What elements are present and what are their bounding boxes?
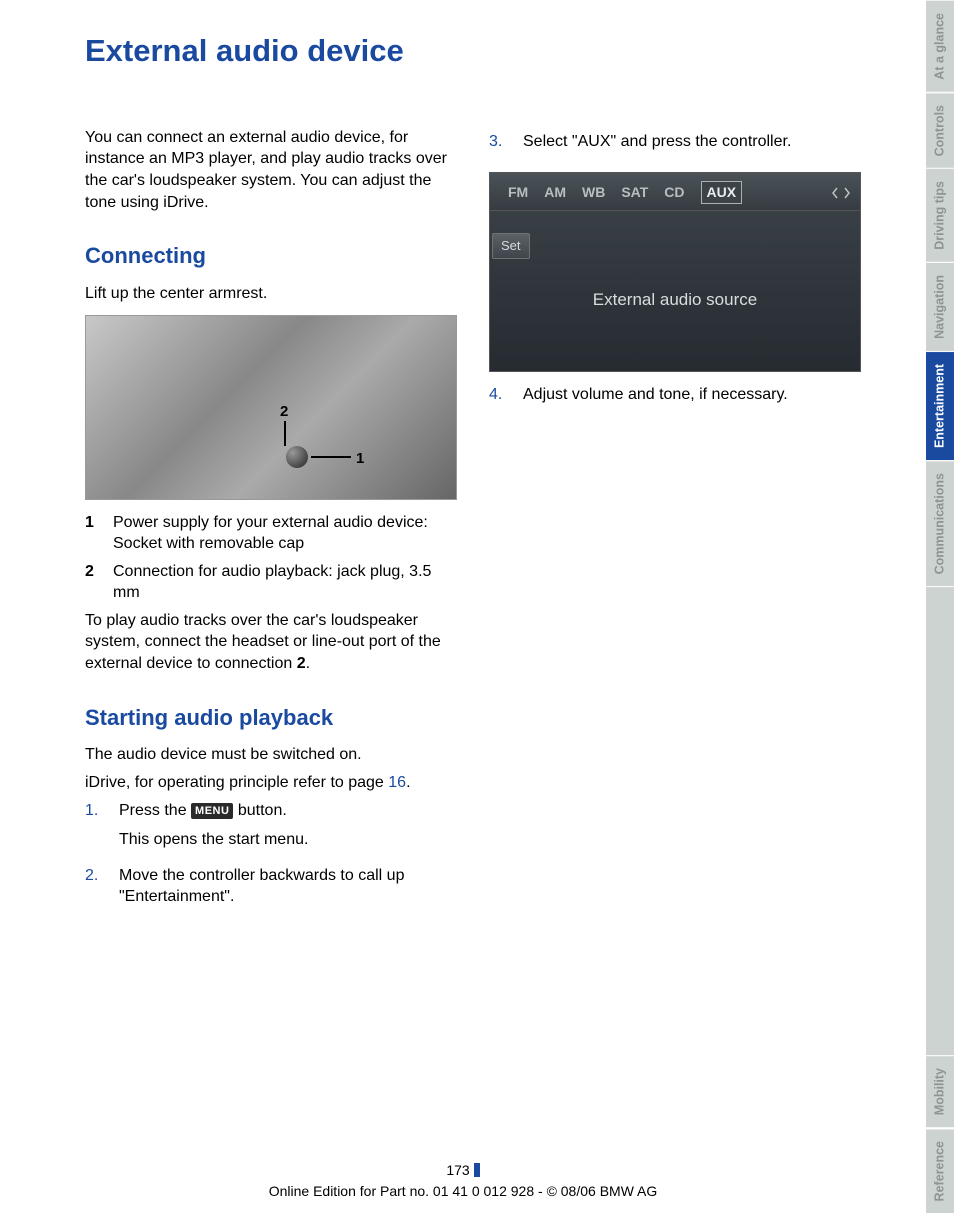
aux-tab-aux-selected: AUX	[701, 181, 743, 204]
step-item: 4. Adjust volume and tone, if necessary.	[489, 384, 861, 414]
section-heading-connecting: Connecting	[85, 241, 457, 271]
set-button: Set	[492, 233, 530, 259]
step-item: 1. Press the MENU button. This opens the…	[85, 800, 457, 859]
steps-list-right-bottom: 4. Adjust volume and tone, if necessary.	[489, 384, 861, 414]
side-tab-navigation[interactable]: Navigation	[926, 262, 954, 351]
side-tab-communications[interactable]: Communications	[926, 460, 954, 586]
page-content: External audio device You can connect an…	[0, 0, 926, 1213]
menu-button-icon: MENU	[191, 803, 233, 820]
section-heading-starting: Starting audio playback	[85, 703, 457, 733]
step-index: 2.	[85, 865, 119, 916]
aux-screenshot: FM AM WB SAT CD AUX Set External audio s…	[489, 172, 861, 372]
figure-label-2: 2	[280, 402, 288, 422]
connecting-note: To play audio tracks over the car's loud…	[85, 610, 457, 675]
page-marker-icon	[474, 1163, 480, 1177]
starting-p1: The audio device must be switched on.	[85, 744, 457, 766]
definition-text: Connection for audio playback: jack plug…	[113, 561, 457, 604]
step-index: 3.	[489, 131, 523, 161]
page-footer: 173 Online Edition for Part no. 01 41 0 …	[0, 1161, 926, 1201]
side-tab-controls[interactable]: Controls	[926, 92, 954, 168]
definition-list: 1 Power supply for your external audio d…	[85, 512, 457, 604]
connecting-lead: Lift up the center armrest.	[85, 283, 457, 305]
intro-paragraph: You can connect an external audio device…	[85, 127, 457, 213]
aux-tab-cd: CD	[664, 183, 684, 202]
definition-item: 1 Power supply for your external audio d…	[85, 512, 457, 555]
plug-icon	[286, 446, 308, 468]
step-item: 3. Select "AUX" and press the controller…	[489, 131, 861, 161]
aux-tab-fm: FM	[508, 183, 528, 202]
step-index: 1.	[85, 800, 119, 859]
side-tab-spacer	[926, 586, 954, 1055]
step-item: 2. Move the controller backwards to call…	[85, 865, 457, 916]
starting-p2: iDrive, for operating principle refer to…	[85, 772, 457, 794]
side-tab-mobility[interactable]: Mobility	[926, 1055, 954, 1127]
definition-item: 2 Connection for audio playback: jack pl…	[85, 561, 457, 604]
aux-tab-wb: WB	[582, 183, 605, 202]
aux-tab-am: AM	[544, 183, 566, 202]
aux-tab-sat: SAT	[621, 183, 648, 202]
scroll-arrows-icon	[832, 186, 850, 200]
right-column: 3. Select "AUX" and press the controller…	[489, 127, 861, 922]
aux-tab-bar: FM AM WB SAT CD AUX	[490, 173, 860, 211]
definition-number: 2	[85, 561, 113, 604]
side-tab-strip: At a glance Controls Driving tips Naviga…	[926, 0, 954, 1213]
side-tab-at-a-glance[interactable]: At a glance	[926, 0, 954, 92]
side-tab-driving-tips[interactable]: Driving tips	[926, 168, 954, 262]
step-index: 4.	[489, 384, 523, 414]
steps-list-left: 1. Press the MENU button. This opens the…	[85, 800, 457, 916]
side-tab-reference[interactable]: Reference	[926, 1128, 954, 1213]
figure-label-1: 1	[356, 449, 364, 469]
definition-text: Power supply for your external audio dev…	[113, 512, 428, 555]
side-tab-entertainment[interactable]: Entertainment	[926, 351, 954, 460]
page-number: 173	[446, 1162, 469, 1178]
page-ref-link[interactable]: 16	[388, 774, 406, 791]
definition-number: 1	[85, 512, 113, 555]
armrest-figure: 1 2	[85, 315, 457, 500]
aux-center-text: External audio source	[490, 259, 860, 312]
steps-list-right-top: 3. Select "AUX" and press the controller…	[489, 131, 861, 161]
footer-line: Online Edition for Part no. 01 41 0 012 …	[0, 1182, 926, 1201]
left-column: You can connect an external audio device…	[85, 127, 457, 922]
page-title: External audio device	[85, 30, 906, 72]
